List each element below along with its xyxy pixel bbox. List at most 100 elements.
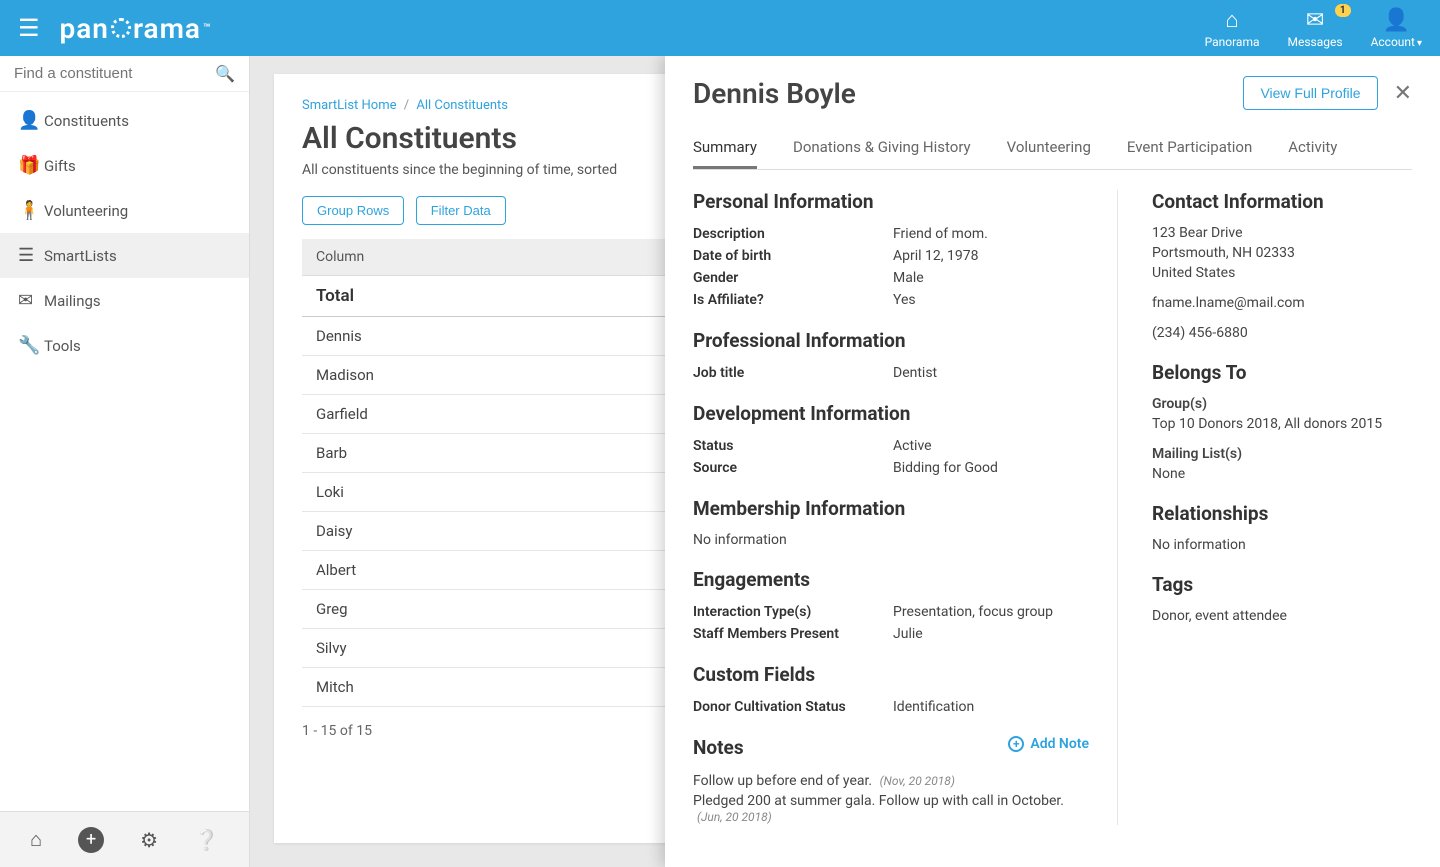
sidebar-item-tools[interactable]: 🔧Tools — [0, 323, 249, 368]
kv-row: DescriptionFriend of mom. — [693, 223, 1089, 245]
gear-icon[interactable]: ⚙ — [140, 828, 158, 852]
gear-icon — [111, 18, 131, 38]
logo-text-b: rama — [133, 12, 201, 45]
home-icon[interactable]: ⌂ — [30, 827, 42, 852]
section-text: Donor, event attendee — [1152, 606, 1412, 626]
kv-value: Dentist — [893, 365, 1089, 381]
smartlists-icon: ☰ — [18, 245, 44, 266]
section-notes: Notes+Add NoteFollow up before end of ye… — [693, 718, 1089, 825]
section-heading: Notes — [693, 736, 744, 759]
main: SmartList Home / All Constituents All Co… — [250, 56, 1440, 867]
close-icon[interactable]: ✕ — [1394, 81, 1412, 106]
trademark: ™ — [203, 21, 212, 35]
kv-value: Yes — [893, 292, 1089, 308]
kv-value: Presentation, focus group — [893, 604, 1089, 620]
breadcrumb-home[interactable]: SmartList Home — [302, 98, 397, 113]
section: Professional InformationJob titleDentist — [693, 329, 1089, 384]
kv-key: Description — [693, 226, 893, 242]
note-date: (Jun, 20 2018) — [697, 810, 772, 824]
kv-row: Job titleDentist — [693, 362, 1089, 384]
section-heading: Contact Information — [1152, 190, 1412, 213]
search-icon[interactable]: 🔍 — [215, 64, 235, 83]
breadcrumb-current[interactable]: All Constituents — [416, 98, 508, 113]
nav-panorama[interactable]: ⌂ Panorama — [1205, 7, 1260, 49]
mailing-label: Mailing List(s) — [1152, 444, 1412, 464]
kv-row: Is Affiliate?Yes — [693, 289, 1089, 311]
section: Tags Donor, event attendee — [1152, 573, 1412, 626]
sidebar-item-volunteering[interactable]: 🧍Volunteering — [0, 188, 249, 233]
section: Relationships No information — [1152, 502, 1412, 555]
sidebar-item-gifts[interactable]: 🎁Gifts — [0, 143, 249, 188]
sidebar-item-label: Mailings — [44, 292, 101, 310]
constituents-icon: 👤 — [18, 110, 44, 131]
tab-donations-giving-history[interactable]: Donations & Giving History — [793, 128, 971, 169]
sidebar-item-label: Volunteering — [44, 202, 128, 220]
section-text: No information — [693, 530, 1089, 550]
section-heading: Personal Information — [693, 190, 1089, 213]
kv-value: Active — [893, 438, 1089, 454]
drawer-tabs: Summary Donations & Giving History Volunte… — [693, 128, 1412, 170]
drawer-title: Dennis Boyle — [693, 77, 1243, 110]
sidebar-item-mailings[interactable]: ✉Mailings — [0, 278, 249, 323]
logo-text-a: pan — [60, 12, 109, 45]
help-icon[interactable]: ❔ — [194, 828, 219, 852]
section: Development InformationStatusActiveSourc… — [693, 402, 1089, 479]
mailing-value: None — [1152, 464, 1412, 484]
topbar: ☰ panrama™ ⌂ Panorama ✉ 1 Messages 👤 Acc… — [0, 0, 1440, 56]
section-heading: Belongs To — [1152, 361, 1412, 384]
kv-value: Julie — [893, 626, 1089, 642]
kv-value: Friend of mom. — [893, 226, 1089, 242]
kv-key: Staff Members Present — [693, 626, 893, 642]
search-input[interactable] — [14, 65, 215, 82]
sidebar: 🔍 👤Constituents🎁Gifts🧍Volunteering☰Smart… — [0, 56, 250, 867]
nav-label: Account▾ — [1371, 35, 1422, 49]
tab-activity[interactable]: Activity — [1288, 128, 1337, 169]
kv-row: Donor Cultivation StatusIdentification — [693, 696, 1089, 718]
phone: (234) 456-6880 — [1152, 323, 1412, 343]
groups-value: Top 10 Donors 2018, All donors 2015 — [1152, 414, 1412, 434]
email: fname.lname@mail.com — [1152, 293, 1412, 313]
filter-data-button[interactable]: Filter Data — [416, 196, 506, 225]
view-full-profile-button[interactable]: View Full Profile — [1243, 76, 1377, 110]
kv-row: Staff Members PresentJulie — [693, 623, 1089, 645]
kv-row: GenderMale — [693, 267, 1089, 289]
kv-row: Interaction Type(s)Presentation, focus g… — [693, 601, 1089, 623]
add-note-button[interactable]: +Add Note — [1008, 736, 1089, 752]
search-row: 🔍 — [0, 56, 249, 92]
section-contact: Contact Information123 Bear DrivePortsmo… — [1152, 190, 1412, 343]
user-icon: 👤 — [1371, 8, 1422, 33]
section-heading: Relationships — [1152, 502, 1412, 525]
tab-volunteering[interactable]: Volunteering — [1007, 128, 1091, 169]
section-heading: Membership Information — [693, 497, 1089, 520]
sidebar-item-label: Constituents — [44, 112, 129, 130]
nav-account[interactable]: 👤 Account▾ — [1371, 8, 1422, 49]
home-icon: ⌂ — [1205, 7, 1260, 33]
section-heading: Engagements — [693, 568, 1089, 591]
section: Membership Information No information — [693, 497, 1089, 550]
kv-key: Source — [693, 460, 893, 476]
kv-key: Job title — [693, 365, 893, 381]
sidebar-item-label: Gifts — [44, 157, 76, 175]
add-icon[interactable]: + — [78, 827, 104, 853]
sidebar-item-smartlists[interactable]: ☰SmartLists — [0, 233, 249, 278]
logo[interactable]: panrama™ — [60, 12, 212, 45]
section-text: No information — [1152, 535, 1412, 555]
tab-event-participation[interactable]: Event Participation — [1127, 128, 1252, 169]
nav-label: Panorama — [1205, 35, 1260, 49]
tab-summary[interactable]: Summary — [693, 128, 757, 169]
nav-label: Messages — [1288, 35, 1343, 49]
hamburger-icon[interactable]: ☰ — [18, 14, 40, 42]
kv-row: SourceBidding for Good — [693, 457, 1089, 479]
messages-badge: 1 — [1335, 4, 1351, 17]
section: Engagements Interaction Type(s)Presentati… — [693, 568, 1089, 645]
kv-value: Male — [893, 270, 1089, 286]
kv-row: Date of birthApril 12, 1978 — [693, 245, 1089, 267]
kv-key: Interaction Type(s) — [693, 604, 893, 620]
sidebar-item-constituents[interactable]: 👤Constituents — [0, 98, 249, 143]
nav-messages[interactable]: ✉ 1 Messages — [1288, 8, 1343, 49]
sidebar-item-label: Tools — [44, 337, 81, 355]
group-rows-button[interactable]: Group Rows — [302, 196, 404, 225]
section-heading: Tags — [1152, 573, 1412, 596]
kv-value: Identification — [893, 699, 1089, 715]
kv-row: StatusActive — [693, 435, 1089, 457]
